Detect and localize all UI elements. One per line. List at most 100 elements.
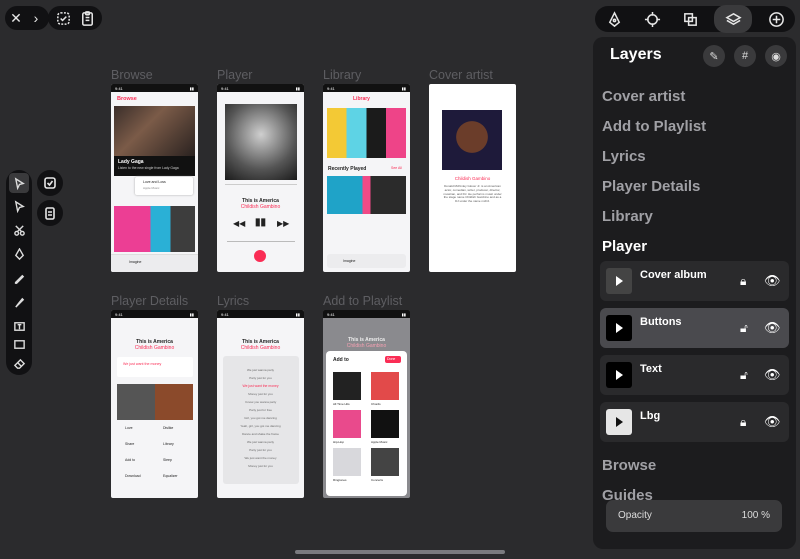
target-icon[interactable]	[638, 5, 666, 33]
artboard-cover[interactable]: Childish Gambino Donald McKinley Glover …	[429, 84, 516, 272]
lock-icon[interactable]: 🔒︎	[740, 274, 746, 289]
layer-cover-artist[interactable]: Cover artist	[602, 88, 685, 105]
add-icon[interactable]	[762, 5, 790, 33]
unlock-icon[interactable]: 🔓︎	[740, 321, 748, 336]
artboard-label-details[interactable]: Player Details	[111, 294, 188, 308]
unlock-icon[interactable]: 🔓︎	[740, 368, 748, 383]
select-all-button[interactable]	[37, 170, 63, 196]
brush-icon[interactable]	[9, 292, 29, 312]
pen-icon[interactable]	[9, 244, 29, 264]
playlist-thumb[interactable]	[371, 448, 399, 476]
playlist-thumb[interactable]	[333, 410, 361, 438]
eraser-icon[interactable]	[9, 354, 29, 374]
lyric-line: We just wanna party	[246, 440, 275, 444]
boolean-icon[interactable]	[676, 5, 704, 33]
cover-artist-name: Childish Gambino	[454, 176, 491, 181]
heart-button[interactable]	[254, 250, 266, 262]
lyric-line: I know you wanna party	[244, 400, 277, 404]
playlist-name: Apple Music	[371, 440, 388, 444]
edit-pencil-icon[interactable]: ✎	[703, 45, 725, 67]
clipboard-icon[interactable]	[75, 6, 99, 30]
forward-icon[interactable]: ▶▶	[277, 219, 289, 228]
artboard-player[interactable]: 9:41 ▮▮ This is America Childish Gambino …	[217, 84, 304, 272]
mask-icon[interactable]: ◉	[765, 45, 787, 67]
artboard-details[interactable]: 9:41 ▮▮ This is America Childish Gambino …	[111, 310, 198, 498]
rewind-icon[interactable]: ◀◀	[233, 219, 245, 228]
paste-button[interactable]	[37, 200, 63, 226]
layer-thumb	[606, 409, 632, 435]
lyric-line: We just want the money	[244, 456, 277, 460]
layer-row-text[interactable]: Text 🔓︎ 👁︎	[600, 355, 789, 395]
action-library[interactable]: Library	[163, 442, 174, 446]
layer-row-cover-album[interactable]: Cover album 🔒︎ 👁︎	[600, 261, 789, 301]
grid-hash-icon[interactable]: #	[734, 45, 756, 67]
album-grid	[114, 206, 195, 252]
recently-played-title: Recently Played	[328, 166, 367, 172]
home-indicator[interactable]	[295, 550, 505, 554]
chevron-right-icon[interactable]: ›	[27, 6, 45, 30]
pause-icon[interactable]: ▮▮	[255, 217, 266, 228]
eye-icon[interactable]: 👁︎	[764, 367, 781, 383]
artboard-label-cover[interactable]: Cover artist	[429, 68, 493, 82]
action-equalizer[interactable]: Equalizer	[163, 474, 178, 478]
hero-title: Lady Gaga	[118, 159, 144, 165]
rectangle-tool-icon[interactable]	[9, 334, 29, 354]
layer-lyrics[interactable]: Lyrics	[602, 148, 646, 165]
eye-icon[interactable]: 👁︎	[764, 273, 781, 289]
playlist-thumb[interactable]	[333, 448, 361, 476]
artboard-label-library[interactable]: Library	[323, 68, 361, 82]
playlist-thumb[interactable]	[371, 410, 399, 438]
close-icon[interactable]: ✕	[5, 6, 27, 30]
layers-icon[interactable]	[714, 5, 752, 33]
action-sleep[interactable]: Sleep	[163, 458, 172, 462]
scissors-icon[interactable]	[9, 220, 29, 240]
see-all-link[interactable]: See All	[391, 166, 402, 170]
opacity-control[interactable]: Opacity 100 %	[606, 500, 782, 532]
details-actions: Love Dislike Share Library Add to Sleep …	[117, 424, 193, 484]
artboard-playlist[interactable]: 9:41 ▮▮ This is America Childish Gambino …	[323, 310, 410, 498]
lyric-line: Party just for free	[249, 408, 272, 412]
playlist-thumb[interactable]	[333, 372, 361, 400]
layer-player[interactable]: Player	[602, 238, 647, 255]
action-download[interactable]: Download	[125, 474, 141, 478]
card-title: Love and Loss	[143, 180, 166, 184]
lock-icon[interactable]: 🔒︎	[740, 415, 746, 430]
artboard-label-player[interactable]: Player	[217, 68, 252, 82]
artboard-label-browse[interactable]: Browse	[111, 68, 153, 82]
action-love[interactable]: Love	[125, 426, 133, 430]
action-share[interactable]: Share	[125, 442, 134, 446]
layer-add-to-playlist[interactable]: Add to Playlist	[602, 118, 706, 135]
artboard-label-playlist[interactable]: Add to Playlist	[323, 294, 402, 308]
layer-row-buttons[interactable]: Buttons 🔓︎ 👁︎	[600, 308, 789, 348]
status-bar: 9:41 ▮▮	[323, 310, 410, 318]
artboard-lyrics[interactable]: 9:41 ▮▮ This is America Childish Gambino …	[217, 310, 304, 498]
browse-header: Browse	[117, 96, 137, 102]
status-bar: 9:41 ▮▮	[217, 310, 304, 318]
artboard-library[interactable]: 9:41 ▮▮ Library Recently Played See All I…	[323, 84, 410, 272]
layer-player-details[interactable]: Player Details	[602, 178, 700, 195]
library-header: Library	[353, 96, 370, 102]
direct-select-icon[interactable]	[9, 196, 29, 216]
playlist-thumb[interactable]	[371, 372, 399, 400]
select-tool-icon[interactable]	[9, 173, 29, 193]
volume-slider[interactable]	[227, 241, 295, 242]
layer-library[interactable]: Library	[602, 208, 653, 225]
pencil-icon[interactable]	[9, 268, 29, 288]
lyric-line: We just wanna party	[246, 368, 275, 372]
action-dislike[interactable]: Dislike	[163, 426, 173, 430]
artboard-browse[interactable]: 9:41 ▮▮ Browse Lady Gaga Listen to the ne…	[111, 84, 198, 272]
artboard-label-lyrics[interactable]: Lyrics	[217, 294, 249, 308]
lyrics-artist: Childish Gambino	[240, 345, 281, 351]
text-tool-icon[interactable]	[9, 316, 29, 336]
select-check-icon[interactable]	[51, 6, 75, 30]
lyric-line-active: We just want the money	[242, 384, 279, 388]
action-add-to[interactable]: Add to	[125, 458, 135, 462]
pen-nib-icon[interactable]	[600, 5, 628, 33]
progress-bar[interactable]	[225, 184, 297, 185]
layer-row-lbg[interactable]: Lbg 🔒︎ 👁︎	[600, 402, 789, 442]
eye-icon[interactable]: 👁︎	[764, 414, 781, 430]
layer-browse[interactable]: Browse	[602, 457, 656, 474]
status-bar: 9:41 ▮▮	[111, 310, 198, 318]
eye-icon[interactable]: 👁︎	[764, 320, 781, 336]
playlist-name: Chords	[371, 402, 381, 406]
